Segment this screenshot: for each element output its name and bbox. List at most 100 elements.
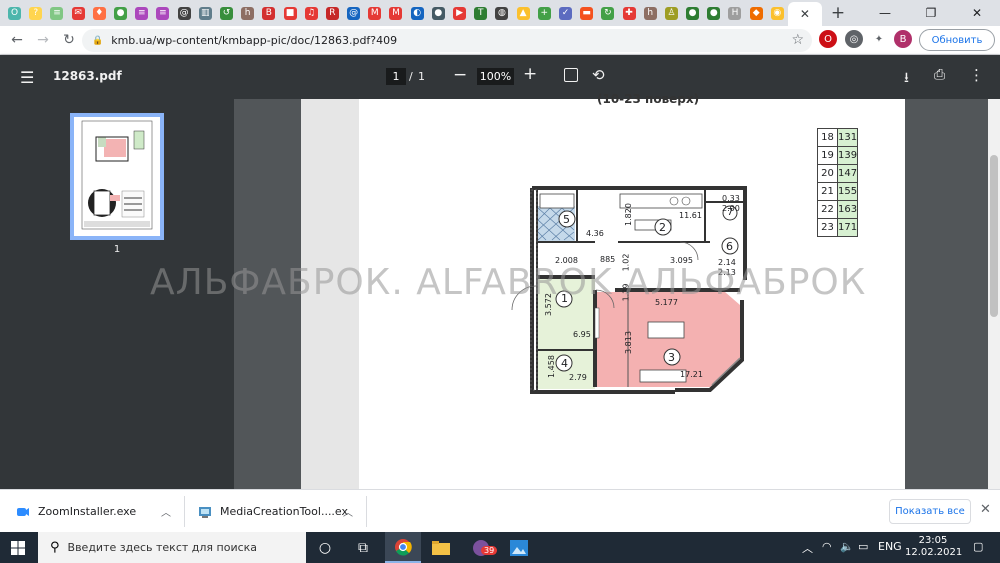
cortana-icon[interactable]: ○	[307, 532, 343, 563]
tab-favicon-1[interactable]: O	[4, 0, 25, 26]
browser-toolbar: ← → ↻ 🔒 kmb.ua/wp-content/kmbapp-pic/doc…	[0, 26, 1000, 55]
minimize-button[interactable]: —	[862, 0, 908, 26]
network-icon[interactable]: ◠	[822, 540, 832, 553]
tab-list: O? ≡ ✉ ♦ ● ≡ ≡ @ ▥ ↺ h B ■ ♫ R @ M M ◐ ● ▶ T ◍ ▲ + ✓ ▬ ↻ ✚ h ♙ ● ● H ◆ ◉	[0, 0, 788, 26]
tab-favicon-25[interactable]: ▲	[513, 0, 534, 26]
print-icon[interactable]: ⎙	[934, 67, 945, 83]
close-window-button[interactable]: ✕	[954, 0, 1000, 26]
tab-favicon-glyph: ●	[707, 6, 721, 20]
tab-favicon-8[interactable]: ≡	[152, 0, 173, 26]
puzzle-extension-icon[interactable]: ✦	[870, 30, 888, 48]
tab-favicon-13[interactable]: B	[258, 0, 279, 26]
new-tab-button[interactable]: +	[824, 3, 852, 23]
tab-favicon-3[interactable]: ≡	[46, 0, 67, 26]
tab-favicon-15[interactable]: ♫	[301, 0, 322, 26]
tab-favicon-37[interactable]: ◉	[767, 0, 788, 26]
viber-icon[interactable]: 39	[463, 532, 499, 563]
tab-favicon-glyph: ≡	[135, 6, 149, 20]
page-thumbnail[interactable]	[70, 113, 164, 240]
active-tab[interactable]: ✕	[787, 2, 822, 26]
chevron-up-icon[interactable]: ︿	[161, 504, 171, 519]
tab-favicon-32[interactable]: ♙	[661, 0, 682, 26]
tab-favicon-24[interactable]: ◍	[491, 0, 512, 26]
page-number-input[interactable]: 1	[386, 68, 406, 85]
watermark-text: АЛЬФАБРОК. ALFABROK АЛЬФАБРОК	[150, 262, 867, 303]
tab-favicon-10[interactable]: ▥	[195, 0, 216, 26]
tab-favicon-12[interactable]: h	[237, 0, 258, 26]
tab-favicon-22[interactable]: ▶	[449, 0, 470, 26]
tab-favicon-21[interactable]: ●	[428, 0, 449, 26]
close-download-bar-icon[interactable]: ✕	[980, 502, 991, 517]
tab-favicon-28[interactable]: ▬	[576, 0, 597, 26]
back-button[interactable]: ←	[4, 32, 30, 48]
windows-start-icon[interactable]	[11, 541, 25, 555]
opera-extension-icon[interactable]: O	[819, 30, 837, 48]
tab-favicon-17[interactable]: @	[343, 0, 364, 26]
tab-favicon-30[interactable]: ✚	[618, 0, 639, 26]
tab-favicon-glyph: ♫	[304, 6, 318, 20]
rotate-icon[interactable]: ⟲	[592, 66, 605, 84]
tab-favicon-4[interactable]: ✉	[68, 0, 89, 26]
show-all-downloads-button[interactable]: Показать все	[889, 499, 971, 524]
tab-favicon-7[interactable]: ≡	[131, 0, 152, 26]
tab-favicon-11[interactable]: ↺	[216, 0, 237, 26]
download-icon[interactable]: ⭳	[904, 67, 909, 91]
hamburger-menu-icon[interactable]: ☰	[20, 68, 34, 87]
tab-favicon-35[interactable]: H	[724, 0, 745, 26]
reload-button[interactable]: ↻	[56, 32, 82, 48]
update-button[interactable]: Обновить	[919, 29, 995, 51]
tab-favicon-34[interactable]: ●	[703, 0, 724, 26]
battery-icon[interactable]: ▭	[858, 540, 868, 553]
tab-favicon-33[interactable]: ●	[682, 0, 703, 26]
task-view-icon[interactable]: ⧉	[345, 532, 381, 563]
forward-button[interactable]: →	[30, 32, 56, 48]
more-options-icon[interactable]: ⋮	[969, 66, 984, 84]
tab-favicon-14[interactable]: ■	[279, 0, 300, 26]
tab-favicon-29[interactable]: ↻	[597, 0, 618, 26]
zoom-in-button[interactable]: +	[523, 64, 537, 84]
tab-favicon-19[interactable]: M	[385, 0, 406, 26]
tray-chevron-icon[interactable]: ︿	[802, 540, 813, 556]
tab-favicon-27[interactable]: ✓	[555, 0, 576, 26]
profile-avatar[interactable]: В	[894, 30, 912, 48]
bookmark-star-icon[interactable]: ☆	[791, 32, 804, 48]
tab-favicon-36[interactable]: ◆	[746, 0, 767, 26]
room-2-area: 11.61	[679, 211, 702, 220]
download-item[interactable]: ZoomInstaller.exe ︿	[16, 490, 181, 533]
chevron-up-icon[interactable]: ︿	[343, 504, 353, 519]
floor-number: 22	[817, 200, 838, 219]
scrollbar-thumb[interactable]	[990, 155, 998, 317]
tab-favicon-glyph: ✚	[622, 6, 636, 20]
floor-row: 20 147	[817, 164, 859, 183]
volume-icon[interactable]: 🔈	[840, 540, 854, 553]
chrome-menu-icon[interactable]: ⋮	[996, 32, 1000, 47]
floor-price: 147	[836, 164, 859, 183]
close-tab-icon[interactable]: ✕	[800, 7, 810, 21]
chrome-taskbar-icon[interactable]	[385, 532, 421, 563]
photos-icon[interactable]	[501, 532, 537, 563]
fit-to-page-icon[interactable]	[564, 68, 578, 82]
language-indicator[interactable]: ENG	[878, 540, 902, 553]
zoom-out-button[interactable]: −	[453, 65, 467, 85]
address-bar[interactable]: 🔒 kmb.ua/wp-content/kmbapp-pic/doc/12863…	[82, 29, 812, 52]
tab-favicon-5[interactable]: ♦	[89, 0, 110, 26]
tab-favicon-23[interactable]: T	[470, 0, 491, 26]
tab-favicon-31[interactable]: h	[640, 0, 661, 26]
tab-favicon-18[interactable]: M	[364, 0, 385, 26]
tab-favicon-9[interactable]: @	[174, 0, 195, 26]
maximize-button[interactable]: ❐	[908, 0, 954, 26]
taskbar-search-box[interactable]: ⚲ Введите здесь текст для поиска	[38, 532, 306, 563]
vertical-scrollbar[interactable]	[988, 99, 1000, 489]
shield-extension-icon[interactable]: ◎	[845, 30, 863, 48]
tab-favicon-26[interactable]: +	[534, 0, 555, 26]
tab-favicon-20[interactable]: ◐	[407, 0, 428, 26]
download-item[interactable]: MediaCreationTool....ex ︿	[198, 490, 363, 533]
file-explorer-icon[interactable]	[423, 532, 459, 563]
tab-favicon-2[interactable]: ?	[25, 0, 46, 26]
tab-favicon-16[interactable]: R	[322, 0, 343, 26]
notifications-icon[interactable]: ▢	[973, 540, 983, 553]
tab-favicon-glyph: h	[241, 6, 255, 20]
zoom-level-input[interactable]: 100%	[477, 68, 514, 85]
tab-favicon-6[interactable]: ●	[110, 0, 131, 26]
system-clock[interactable]: 23:05 12.02.2021	[905, 535, 962, 559]
